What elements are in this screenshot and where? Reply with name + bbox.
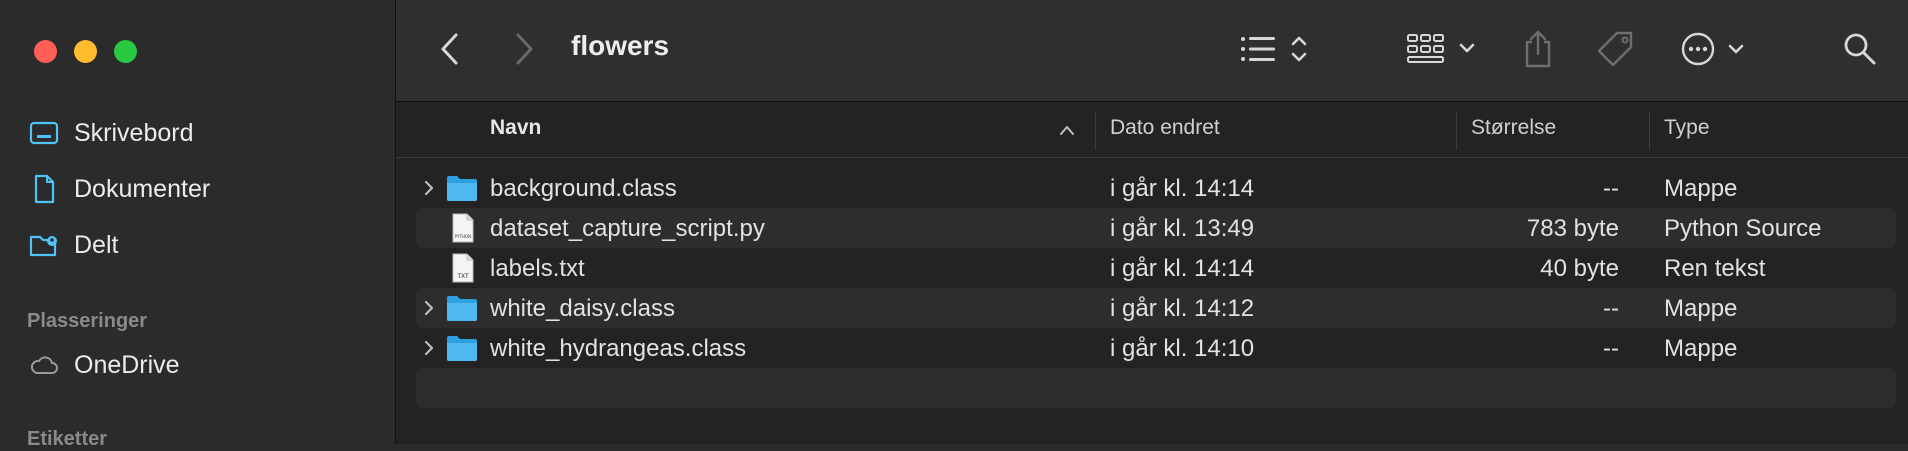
file-row[interactable]: TXT labels.txt i går kl. 14:14 40 byte Ren t… bbox=[416, 248, 1896, 288]
sidebar-item-label: Skrivebord bbox=[74, 118, 194, 147]
tags-heading: Etiketter bbox=[27, 428, 108, 450]
file-modified: i går kl. 14:14 bbox=[1110, 255, 1255, 282]
file-name: white_daisy.class bbox=[490, 295, 675, 322]
file-kind: Ren tekst bbox=[1664, 255, 1766, 282]
file-modified: i går kl. 14:14 bbox=[1110, 175, 1255, 202]
file-size: -- bbox=[1603, 335, 1619, 362]
close-window-button[interactable] bbox=[34, 40, 57, 63]
shared-folder-icon bbox=[29, 235, 57, 257]
file-size: 783 byte bbox=[1526, 215, 1619, 242]
file-kind: Python Source bbox=[1664, 215, 1822, 242]
file-modified: i går kl. 14:12 bbox=[1110, 295, 1255, 322]
zoom-window-button[interactable] bbox=[114, 40, 137, 63]
share-button[interactable] bbox=[1520, 28, 1556, 70]
column-header-kind[interactable]: Type bbox=[1664, 116, 1710, 140]
text-file-icon: TXT bbox=[452, 253, 474, 283]
sidebar-item-onedrive[interactable]: OneDrive bbox=[28, 348, 180, 382]
column-header-name[interactable]: Navn bbox=[490, 116, 990, 140]
sidebar-item-delt[interactable]: Delt bbox=[28, 228, 118, 262]
file-icon-label: PYTHON bbox=[455, 234, 471, 239]
file-row[interactable]: PYTHON dataset_capture_script.py i går kl.… bbox=[416, 208, 1896, 248]
disclosure-chevron-icon[interactable] bbox=[420, 297, 438, 319]
group-by-button[interactable] bbox=[1406, 28, 1480, 70]
sidebar-item-label: Delt bbox=[74, 230, 119, 259]
sidebar-item-dokumenter[interactable]: Dokumenter bbox=[28, 172, 210, 206]
column-header-size[interactable]: Størrelse bbox=[1471, 116, 1556, 140]
file-size: -- bbox=[1603, 175, 1619, 202]
file-modified: i går kl. 13:49 bbox=[1110, 215, 1255, 242]
search-icon bbox=[1844, 33, 1876, 65]
disclosure-chevron-icon[interactable] bbox=[420, 177, 438, 199]
file-name: background.class bbox=[490, 175, 677, 202]
sidebar-item-skrivebord[interactable]: Skrivebord bbox=[28, 116, 194, 150]
column-header: Navn Dato endret Størrelse Type bbox=[396, 102, 1908, 158]
more-actions-button[interactable] bbox=[1680, 28, 1750, 70]
cloud-icon bbox=[30, 356, 58, 374]
column-header-modified[interactable]: Dato endret bbox=[1110, 116, 1220, 140]
file-list: Navn Dato endret Størrelse Type backgrou… bbox=[396, 102, 1908, 444]
window-title: flowers bbox=[571, 30, 670, 61]
file-name: labels.txt bbox=[490, 255, 585, 282]
file-kind: Mappe bbox=[1664, 175, 1738, 202]
disclosure-chevron-icon[interactable] bbox=[420, 337, 438, 359]
file-size: -- bbox=[1603, 295, 1619, 322]
file-size: 40 byte bbox=[1540, 255, 1619, 282]
folder-icon bbox=[447, 336, 477, 361]
toolbar: flowers bbox=[396, 0, 1908, 102]
back-button[interactable] bbox=[432, 28, 468, 70]
empty-row bbox=[416, 368, 1896, 408]
column-divider[interactable] bbox=[1456, 112, 1457, 150]
tag-button[interactable] bbox=[1594, 28, 1638, 70]
file-icon-label: TXT bbox=[456, 273, 469, 280]
file-name: white_hydrangeas.class bbox=[490, 335, 747, 362]
file-row[interactable]: background.class i går kl. 14:14 -- Mappe bbox=[416, 168, 1896, 208]
sidebar-item-label: OneDrive bbox=[74, 350, 180, 379]
chevron-left-icon bbox=[441, 33, 458, 65]
file-row[interactable]: white_daisy.class i går kl. 14:12 -- Mappe bbox=[416, 288, 1896, 328]
ellipsis-circle-icon bbox=[1681, 32, 1744, 66]
file-row[interactable]: white_hydrangeas.class i går kl. 14:10 -- M… bbox=[416, 328, 1896, 368]
view-options-button[interactable] bbox=[1240, 28, 1312, 70]
forward-button[interactable] bbox=[506, 28, 542, 70]
file-kind: Mappe bbox=[1664, 295, 1738, 322]
file-modified: i går kl. 14:10 bbox=[1110, 335, 1255, 362]
search-button[interactable] bbox=[1840, 28, 1880, 70]
document-icon bbox=[34, 174, 55, 204]
desktop-icon bbox=[29, 121, 59, 145]
column-divider[interactable] bbox=[1095, 112, 1096, 150]
locations-heading: Plasseringer bbox=[27, 310, 148, 332]
list-view-icon bbox=[1241, 36, 1307, 62]
sidebar: Skrivebord Dokumenter Delt Plasseringer … bbox=[0, 0, 396, 450]
chevron-right-icon bbox=[516, 33, 533, 65]
folder-icon bbox=[447, 296, 477, 321]
tag-icon bbox=[1597, 31, 1633, 67]
folder-icon bbox=[447, 176, 477, 201]
sidebar-item-label: Dokumenter bbox=[74, 174, 211, 203]
minimize-window-button[interactable] bbox=[74, 40, 97, 63]
file-name: dataset_capture_script.py bbox=[490, 215, 765, 242]
sort-ascending-icon bbox=[1060, 126, 1074, 135]
file-kind: Mappe bbox=[1664, 335, 1738, 362]
grid-view-icon bbox=[1407, 34, 1475, 63]
column-header-label: Navn bbox=[490, 116, 542, 139]
python-file-icon: PYTHON bbox=[452, 213, 474, 243]
share-icon bbox=[1525, 30, 1551, 68]
column-divider[interactable] bbox=[1649, 112, 1650, 150]
